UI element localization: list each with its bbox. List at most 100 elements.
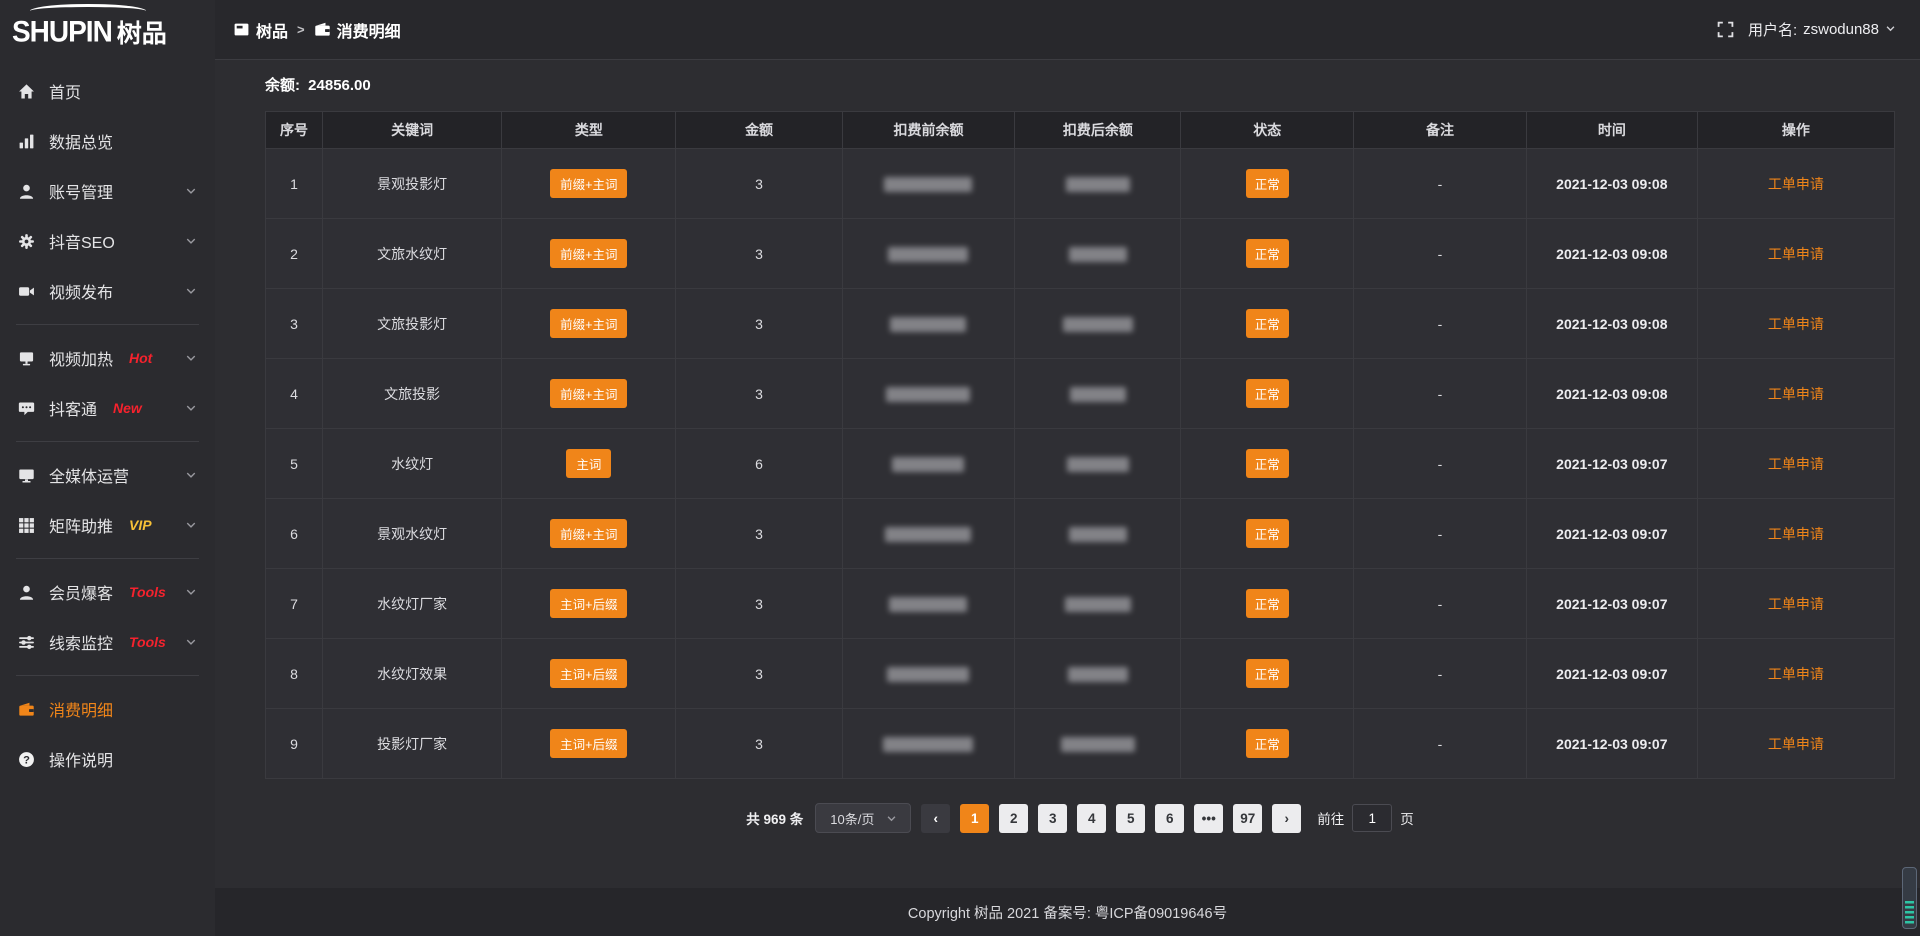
sidebar-item-label: 视频发布 xyxy=(49,279,113,303)
ticket-apply-link[interactable]: 工单申请 xyxy=(1768,316,1824,332)
sidebar-item-video-publish[interactable]: 视频发布 xyxy=(0,266,215,316)
redacted-value xyxy=(1069,247,1127,262)
bar-chart-icon xyxy=(18,133,35,150)
sidebar-item-label: 矩阵助推 xyxy=(49,513,113,537)
time-cell: 2021-12-03 09:07 xyxy=(1526,569,1697,639)
balance-value: 24856.00 xyxy=(308,77,371,94)
redacted-value xyxy=(889,597,967,612)
type-badge: 前缀+主词 xyxy=(550,379,627,408)
page-button-6[interactable]: 6 xyxy=(1155,804,1184,833)
page-button-5[interactable]: 5 xyxy=(1116,804,1145,833)
next-page-button[interactable]: › xyxy=(1272,804,1301,833)
sidebar-item-matrix-boost[interactable]: 矩阵助推VIP xyxy=(0,500,215,550)
status-cell: 正常 xyxy=(1181,709,1354,779)
sidebar-item-clue-monitor[interactable]: 线索监控Tools xyxy=(0,617,215,667)
type-badge: 前缀+主词 xyxy=(550,169,627,198)
table-row: 9 投影灯厂家 主词+后缀 3 正常 - 2021-12-03 09:07 工单… xyxy=(266,709,1895,779)
status-cell: 正常 xyxy=(1181,639,1354,709)
home-icon xyxy=(18,83,35,100)
type-badge: 主词+后缀 xyxy=(550,659,627,688)
ticket-apply-link[interactable]: 工单申请 xyxy=(1768,456,1824,472)
keyword-cell: 文旅水纹灯 xyxy=(323,219,502,289)
row-index: 8 xyxy=(266,639,323,709)
table-row: 2 文旅水纹灯 前缀+主词 3 正常 - 2021-12-03 09:08 工单… xyxy=(266,219,1895,289)
page-button-more[interactable]: ••• xyxy=(1194,804,1223,833)
amount-cell: 3 xyxy=(676,639,842,709)
time-cell: 2021-12-03 09:08 xyxy=(1526,219,1697,289)
redacted-value xyxy=(1063,317,1133,332)
page-button-97[interactable]: 97 xyxy=(1233,804,1262,833)
status-badge: 正常 xyxy=(1246,379,1289,408)
main-column: 树品 > 消费明细 用户名: zswodun88 xyxy=(215,0,1920,936)
sidebar-divider xyxy=(16,324,199,325)
page-button-2[interactable]: 2 xyxy=(999,804,1028,833)
ticket-apply-link[interactable]: 工单申请 xyxy=(1768,526,1824,542)
balance-before-cell xyxy=(842,429,1015,499)
sidebar-item-douketong[interactable]: 抖客通New xyxy=(0,383,215,433)
user-icon xyxy=(18,584,35,601)
note-cell: - xyxy=(1354,569,1527,639)
content-area: 余额: 24856.00 序号关键词类型金额扣费前余额扣费后余额状态备注时间操作… xyxy=(215,60,1920,888)
page-button-3[interactable]: 3 xyxy=(1038,804,1067,833)
breadcrumb-current[interactable]: 消费明细 xyxy=(314,18,401,42)
redacted-value xyxy=(887,667,969,682)
action-cell: 工单申请 xyxy=(1697,289,1894,359)
sidebar-item-consume-detail[interactable]: 消费明细 xyxy=(0,684,215,734)
sidebar-item-data-overview[interactable]: 数据总览 xyxy=(0,116,215,166)
breadcrumb-home[interactable]: 树品 xyxy=(233,18,288,42)
time-cell: 2021-12-03 09:07 xyxy=(1526,709,1697,779)
type-badge: 主词+后缀 xyxy=(550,729,627,758)
sidebar-item-douyin-seo[interactable]: 抖音SEO xyxy=(0,216,215,266)
row-index: 9 xyxy=(266,709,323,779)
sidebar-item-help[interactable]: ? 操作说明 xyxy=(0,734,215,784)
page-button-1[interactable]: 1 xyxy=(960,804,989,833)
sidebar-item-video-heat[interactable]: 视频加热Hot xyxy=(0,333,215,383)
amount-cell: 3 xyxy=(676,289,842,359)
sidebar-item-label: 消费明细 xyxy=(49,697,113,721)
balance-after-cell xyxy=(1015,709,1181,779)
sidebar-item-media-operation[interactable]: 全媒体运营 xyxy=(0,450,215,500)
status-badge: 正常 xyxy=(1246,519,1289,548)
prev-page-button[interactable]: ‹ xyxy=(921,804,950,833)
ticket-apply-link[interactable]: 工单申请 xyxy=(1768,386,1824,402)
type-cell: 前缀+主词 xyxy=(502,359,676,429)
action-cell: 工单申请 xyxy=(1697,219,1894,289)
user-dropdown[interactable]: 用户名: zswodun88 xyxy=(1748,19,1896,40)
row-index: 4 xyxy=(266,359,323,429)
fullscreen-icon[interactable] xyxy=(1717,21,1734,38)
redacted-value xyxy=(1068,667,1128,682)
balance-before-cell xyxy=(842,149,1015,219)
sidebar-item-account[interactable]: 账号管理 xyxy=(0,166,215,216)
page-button-4[interactable]: 4 xyxy=(1077,804,1106,833)
action-cell: 工单申请 xyxy=(1697,499,1894,569)
ticket-apply-link[interactable]: 工单申请 xyxy=(1768,666,1824,682)
status-cell: 正常 xyxy=(1181,429,1354,499)
status-cell: 正常 xyxy=(1181,149,1354,219)
ticket-apply-link[interactable]: 工单申请 xyxy=(1768,246,1824,262)
table-row: 1 景观投影灯 前缀+主词 3 正常 - 2021-12-03 09:08 工单… xyxy=(266,149,1895,219)
ticket-apply-link[interactable]: 工单申请 xyxy=(1768,736,1824,752)
sidebar-nav: 首页 数据总览 账号管理 抖音SEO 视频发布 视频加热Hot 抖客通New 全… xyxy=(0,56,215,784)
row-index: 6 xyxy=(266,499,323,569)
app-icon xyxy=(233,21,250,38)
redacted-value xyxy=(883,737,973,752)
status-cell: 正常 xyxy=(1181,499,1354,569)
ticket-apply-link[interactable]: 工单申请 xyxy=(1768,176,1824,192)
balance-before-cell xyxy=(842,709,1015,779)
redacted-value xyxy=(885,527,971,542)
column-header: 类型 xyxy=(502,112,676,149)
sidebar-item-home[interactable]: 首页 xyxy=(0,66,215,116)
keyword-cell: 景观投影灯 xyxy=(323,149,502,219)
sidebar-item-label: 数据总览 xyxy=(49,129,113,153)
table-row: 3 文旅投影灯 前缀+主词 3 正常 - 2021-12-03 09:08 工单… xyxy=(266,289,1895,359)
goto-page: 前往 页 xyxy=(1317,804,1414,832)
logo-text-en: SHUPIN xyxy=(12,15,112,49)
ticket-apply-link[interactable]: 工单申请 xyxy=(1768,596,1824,612)
screen-icon xyxy=(18,350,35,367)
svg-text:?: ? xyxy=(23,754,30,766)
sidebar-item-member-baoke[interactable]: 会员爆客Tools xyxy=(0,567,215,617)
goto-page-input[interactable] xyxy=(1352,804,1392,832)
page-size-select[interactable]: 10条/页 xyxy=(815,803,911,833)
floating-widget[interactable] xyxy=(1902,867,1917,929)
keyword-cell: 文旅投影灯 xyxy=(323,289,502,359)
